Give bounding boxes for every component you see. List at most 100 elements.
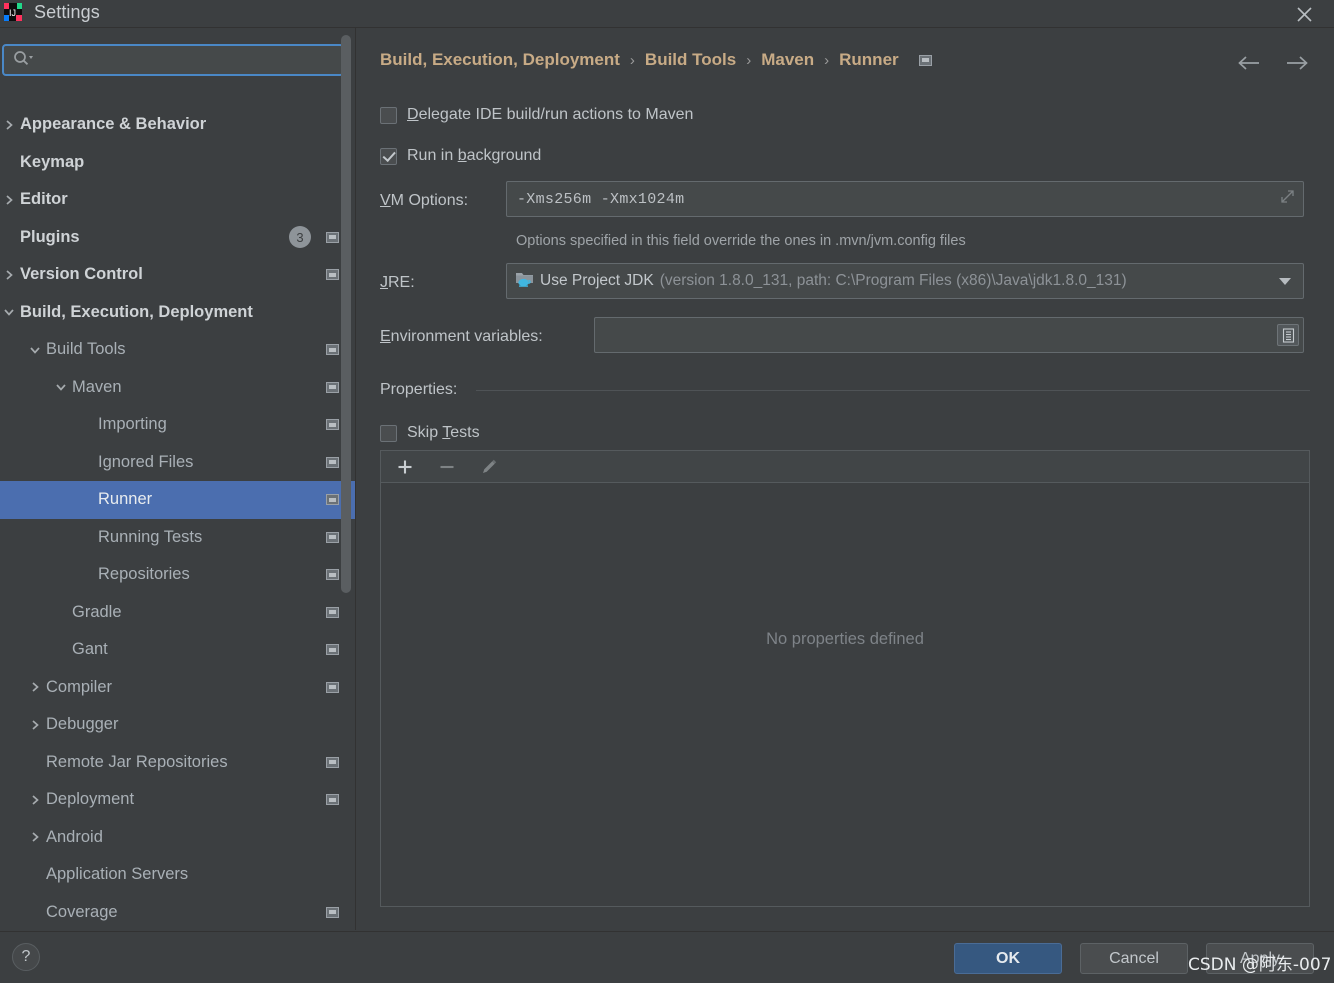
sidebar-item-label: Running Tests [98,527,203,546]
skip-tests-checkbox-row[interactable]: Skip Tests [380,424,480,442]
sidebar-item-label: Coverage [46,902,118,921]
chevron-right-icon[interactable] [2,118,16,132]
arrow-right-icon[interactable] [1282,50,1312,76]
project-settings-icon [326,906,339,918]
chevron-down-icon[interactable] [1279,277,1291,285]
sidebar-item-appearance-behavior[interactable]: Appearance & Behavior [0,106,355,144]
sidebar-item-build-tools[interactable]: Build Tools [0,331,355,369]
sidebar-item-label: Build, Execution, Deployment [20,302,253,321]
sidebar-item-maven[interactable]: Maven [0,369,355,407]
chevron-right-icon[interactable] [2,193,16,207]
vm-options-field[interactable]: -Xms256m -Xmx1024m [506,181,1304,217]
sidebar-item-label: Version Control [20,265,143,284]
sidebar-item-version-control[interactable]: Version Control [0,256,355,294]
sidebar-item-label: Maven [72,377,122,396]
sidebar-item-gant[interactable]: Gant [0,631,355,669]
sidebar-item-importing[interactable]: Importing [0,406,355,444]
project-settings-icon [326,644,339,656]
breadcrumb-item[interactable]: Runner [839,50,899,70]
pencil-icon [479,457,499,477]
sidebar-item-android[interactable]: Android [0,819,355,857]
breadcrumb-separator: › [629,51,635,69]
ok-button[interactable]: OK [954,943,1062,974]
vm-options-value: -Xms256m -Xmx1024m [517,190,685,208]
sidebar-item-label: Compiler [46,677,113,696]
breadcrumb-item[interactable]: Build Tools [645,50,736,70]
sidebar-item-badge: 3 [289,226,311,249]
sidebar-item-label: Remote Jar Repositories [46,752,228,771]
intellij-idea-logo-icon: IJ [4,2,22,21]
sidebar-item-gradle[interactable]: Gradle [0,594,355,632]
sidebar-item-deployment[interactable]: Deployment [0,781,355,819]
sidebar-scrollbar-thumb[interactable] [341,35,351,593]
chevron-right-icon[interactable] [28,830,42,844]
sidebar-item-label: Android [46,827,103,846]
run-in-background-checkbox[interactable] [380,147,397,165]
list-browse-icon[interactable] [1277,324,1299,346]
project-settings-icon [326,681,339,693]
properties-table[interactable]: No properties defined [380,482,1310,907]
window-titlebar: IJ Settings [0,0,1334,27]
sidebar-item-compiler[interactable]: Compiler [0,669,355,707]
sidebar-item-application-servers[interactable]: Application Servers [0,856,355,894]
expand-diagonal-icon[interactable] [1280,189,1295,209]
cancel-button[interactable]: Cancel [1080,943,1188,974]
delegate-ide-build-checkbox[interactable] [380,106,397,124]
sidebar-item-debugger[interactable]: Debugger [0,706,355,744]
jre-dropdown[interactable]: Use Project JDK (version 1.8.0_131, path… [506,263,1304,299]
env-vars-field[interactable] [594,317,1304,353]
sidebar-item-label: Ignored Files [98,452,194,471]
watermark-text: CSDN @阿东-007 [1188,955,1332,975]
sidebar-item-repositories[interactable]: Repositories [0,556,355,594]
window-title: Settings [34,1,100,22]
skip-tests-checkbox[interactable] [380,424,397,442]
sidebar-item-label: Gant [72,640,108,659]
breadcrumb-separator: › [824,51,830,69]
sidebar-item-keymap[interactable]: Keymap [0,144,355,182]
sidebar-item-build-execution-deployment[interactable]: Build, Execution, Deployment [0,294,355,332]
sidebar-item-editor[interactable]: Editor [0,181,355,219]
chevron-right-icon[interactable] [28,718,42,732]
sidebar-item-plugins[interactable]: Plugins 3 [0,219,355,257]
delegate-ide-build-checkbox-row[interactable]: Delegate IDE build/run actions to Maven [380,106,693,124]
chevron-down-icon[interactable] [28,343,42,357]
settings-sidebar: Appearance & Behavior Keymap Editor Plugins… [0,28,355,930]
chevron-right-icon[interactable] [28,793,42,807]
arrow-left-icon[interactable] [1234,50,1264,76]
properties-section-rule [476,390,1310,391]
sidebar-item-label: Plugins [20,227,80,246]
run-in-background-checkbox-row[interactable]: Run in background [380,147,541,165]
sidebar-item-label: Deployment [46,790,135,809]
chevron-down-icon[interactable] [2,305,16,319]
search-input[interactable] [39,47,342,73]
breadcrumb-item[interactable]: Maven [761,50,814,70]
sidebar-item-coverage[interactable]: Coverage [0,894,355,932]
properties-empty-text: No properties defined [766,630,924,648]
project-settings-icon [326,419,339,431]
plus-icon[interactable] [395,457,415,477]
sidebar-item-label: Importing [98,415,167,434]
search-field[interactable] [2,44,344,76]
sidebar-item-runner[interactable]: Runner [0,481,355,519]
sidebar-item-running-tests[interactable]: Running Tests [0,519,355,557]
search-icon [12,50,33,71]
vm-options-label: VM Options: [380,192,469,209]
breadcrumb-item[interactable]: Build, Execution, Deployment [380,50,620,70]
sidebar-item-label: Build Tools [46,340,126,359]
project-settings-icon [326,381,339,393]
jre-selected-detail: (version 1.8.0_131, path: C:\Program Fil… [659,272,1127,289]
project-settings-icon [326,606,339,618]
chevron-down-icon[interactable] [54,380,68,394]
sidebar-item-ignored-files[interactable]: Ignored Files [0,444,355,482]
chevron-right-icon[interactable] [2,268,16,282]
sidebar-item-label: Keymap [20,152,85,171]
help-button[interactable]: ? [12,943,40,971]
project-settings-icon [326,569,339,581]
chevron-right-icon[interactable] [28,680,42,694]
project-settings-icon [326,231,339,243]
project-settings-icon [326,456,339,468]
sidebar-item-remote-jar-repositories[interactable]: Remote Jar Repositories [0,744,355,782]
jre-selected-name: Use Project JDK [540,272,654,289]
close-icon[interactable] [1288,0,1320,30]
breadcrumb-separator: › [746,51,752,69]
